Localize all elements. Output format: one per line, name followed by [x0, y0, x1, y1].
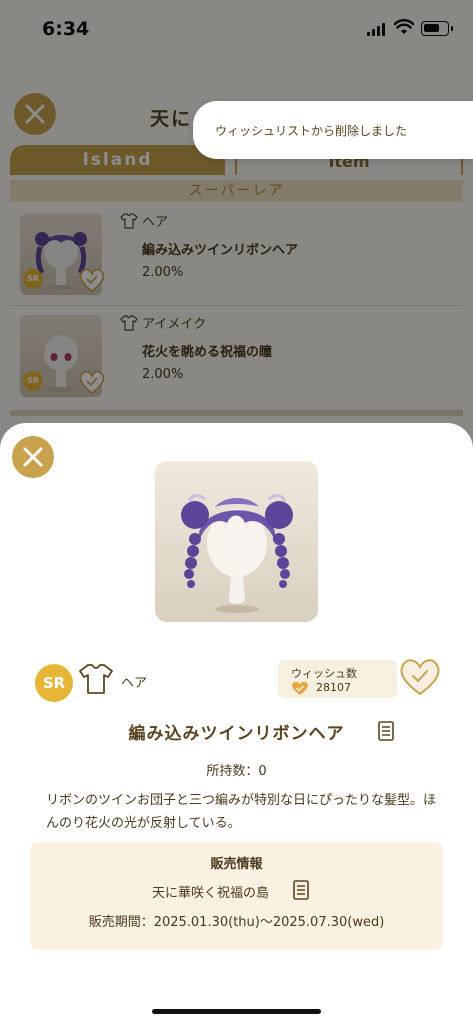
wish-count-box: ウィッシュ数 28107: [278, 660, 397, 698]
item-preview-image: [155, 461, 318, 622]
wishlist-heart-button[interactable]: [398, 657, 442, 697]
toast: ウィッシュリストから削除しました: [193, 101, 473, 159]
close-button[interactable]: [12, 436, 54, 478]
sale-info-title: 販売情報: [210, 857, 263, 872]
wish-label: ウィッシュ数: [291, 667, 357, 680]
owned-count: 所持数：0: [206, 764, 267, 779]
item-detail-sheet: SR ヘア ウィッシュ数 28107 編み込みツインリボンヘア 所持数：0 リボ…: [0, 423, 473, 1024]
toast-message: ウィッシュリストから削除しました: [215, 124, 408, 138]
sale-info-box: 販売情報 天に華咲く祝福の島 販売期間：2025.01.30(thu)〜2025…: [30, 842, 443, 950]
home-indicator[interactable]: [152, 1009, 321, 1014]
close-icon: [23, 447, 43, 467]
sale-island-name: 天に華咲く祝福の島: [152, 886, 270, 901]
item-category-label: ヘア: [121, 676, 148, 691]
item-description: リボンのツインお団子と三つ編みが特別な日にぴったりな髪型。ほんのり花火の光が反射…: [46, 793, 437, 831]
shirt-icon: [79, 664, 113, 694]
sale-period: 販売期間：2025.01.30(thu)〜2025.07.30(wed): [88, 915, 385, 930]
sr-badge: SR: [35, 664, 73, 702]
item-title: 編み込みツインリボンヘア: [128, 724, 345, 744]
document-icon[interactable]: [293, 880, 309, 900]
document-icon[interactable]: [378, 721, 394, 741]
heart-icon: [292, 681, 308, 695]
wish-count: 28107: [316, 681, 351, 694]
